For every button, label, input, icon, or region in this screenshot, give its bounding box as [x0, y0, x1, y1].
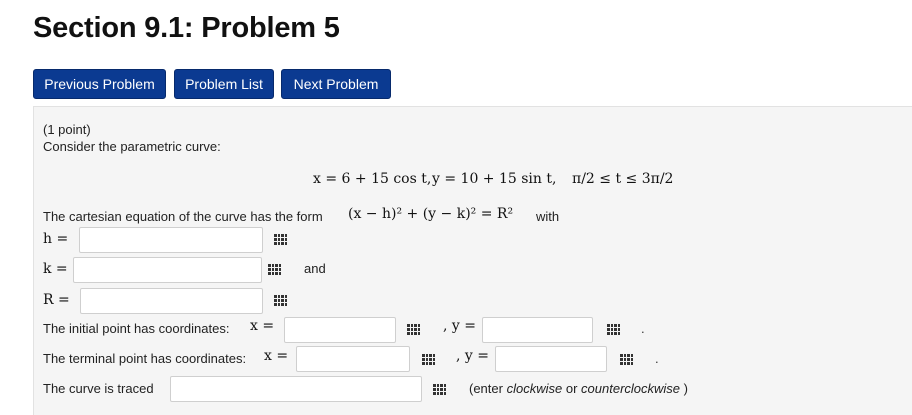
next-problem-button[interactable]: Next Problem	[281, 69, 391, 99]
equation-range: π/2 ≤ t ≤ 3π/2	[572, 171, 674, 187]
points-label: (1 point)	[43, 122, 91, 137]
equation-editor-icon[interactable]	[268, 264, 281, 276]
initial-y-label: , y =	[443, 318, 476, 334]
terminal-x-label: x =	[264, 348, 289, 364]
R-input[interactable]	[80, 288, 263, 314]
equation-x: x = 6 + 15 cos t,	[313, 171, 432, 187]
problem-intro: Consider the parametric curve:	[43, 139, 221, 154]
direction-input[interactable]	[170, 376, 422, 402]
equation-editor-icon[interactable]	[422, 354, 435, 366]
k-input[interactable]	[73, 257, 262, 283]
equation-editor-icon[interactable]	[433, 384, 446, 396]
and-label: and	[304, 261, 326, 276]
terminal-point-label: The terminal point has coordinates:	[43, 351, 247, 366]
problem-list-button[interactable]: Problem List	[174, 69, 274, 99]
cartesian-suffix: with	[536, 209, 560, 224]
initial-point-label: The initial point has coordinates:	[43, 321, 230, 336]
equation-editor-icon[interactable]	[407, 324, 420, 336]
initial-x-label: x =	[250, 318, 275, 334]
previous-problem-button[interactable]: Previous Problem	[33, 69, 166, 99]
cartesian-form: (x − h)² + (y − k)² = R²	[348, 206, 514, 222]
equation-y: y = 10 + 15 sin t,	[432, 171, 557, 187]
R-label: R =	[43, 292, 70, 308]
h-label: h =	[43, 231, 69, 247]
equation-editor-icon[interactable]	[607, 324, 620, 336]
direction-hint: (enter clockwise or counterclockwise )	[469, 381, 688, 396]
cartesian-prefix: The cartesian equation of the curve has …	[43, 209, 323, 224]
terminal-y-label: , y =	[456, 348, 489, 364]
traced-label: The curve is traced	[43, 381, 154, 396]
terminal-period: .	[655, 351, 659, 366]
page-title: Section 9.1: Problem 5	[33, 12, 340, 44]
equation-editor-icon[interactable]	[274, 234, 287, 246]
terminal-x-input[interactable]	[296, 346, 410, 372]
equation-editor-icon[interactable]	[274, 295, 287, 307]
equation-editor-icon[interactable]	[620, 354, 633, 366]
initial-period: .	[641, 321, 645, 336]
h-input[interactable]	[79, 227, 263, 253]
terminal-y-input[interactable]	[495, 346, 607, 372]
initial-x-input[interactable]	[284, 317, 396, 343]
k-label: k =	[43, 261, 68, 277]
initial-y-input[interactable]	[482, 317, 593, 343]
